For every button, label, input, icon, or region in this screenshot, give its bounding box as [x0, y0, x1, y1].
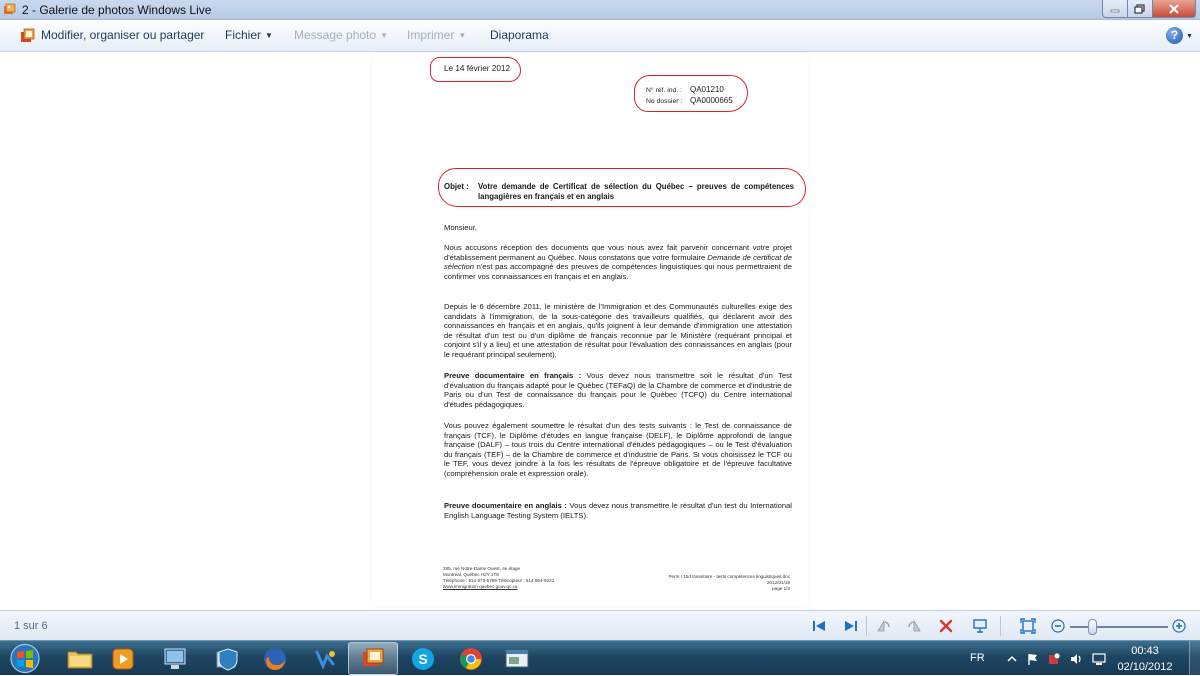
taskbar-media-player[interactable] [98, 642, 148, 675]
footer-address-line: www.immigration-quebec.gouv.qc.ca [443, 584, 518, 589]
minimize-icon [1110, 9, 1120, 12]
paragraph-2: Depuis le 6 décembre 2011, le ministère … [444, 302, 792, 359]
reference-block: N° réf. ind. : QA01210 No dossier : QA0000… [646, 85, 733, 107]
paragraph-1-end: n'est pas accompagné des preuves de comp… [444, 262, 792, 281]
letter-footer-address: 285, rue Notre-Dame Ouest, 4e étage Mont… [443, 566, 554, 590]
skype-icon: S [412, 647, 434, 670]
action-center-flag-icon[interactable] [1026, 652, 1040, 666]
taskbar-computer[interactable] [150, 642, 200, 675]
windows-taskbar: S FR 00:43 02/10/2012 [0, 640, 1200, 676]
network-icon[interactable] [1092, 652, 1106, 666]
title-bar: 2 - Galerie de photos Windows Live [0, 0, 1200, 20]
chevron-down-icon[interactable]: ▼ [1186, 33, 1193, 40]
chevron-down-icon: ▼ [458, 31, 467, 40]
window-title: 2 - Galerie de photos Windows Live [22, 3, 212, 17]
taskbar-photo-gallery[interactable] [348, 642, 398, 675]
volume-icon[interactable] [1069, 652, 1083, 666]
help-icon[interactable]: ? [1166, 27, 1183, 44]
letter-date: Le 14 février 2012 [444, 64, 510, 73]
close-button[interactable] [1152, 0, 1196, 18]
minimize-button[interactable] [1102, 0, 1128, 18]
paragraph-3-heading: Preuve documentaire en français : [444, 371, 582, 380]
computer-icon [164, 648, 186, 669]
subject-label: Objet : [444, 182, 469, 191]
taskbar-window[interactable] [492, 642, 542, 675]
taskbar-movie-maker[interactable] [300, 642, 350, 675]
toolbar-divider [1000, 616, 1001, 636]
page-count: 1 sur 6 [14, 620, 48, 632]
paragraph-3: Preuve documentaire en français : Vous d… [444, 371, 792, 409]
command-bar: Modifier, organiser ou partager Fichier ▼… [0, 20, 1200, 52]
photo-gallery-icon [363, 648, 384, 666]
folder-icon [67, 651, 93, 668]
taskbar-chrome[interactable] [446, 642, 496, 675]
file-row: No dossier : QA0000665 [646, 96, 733, 107]
zoom-in-icon[interactable] [1171, 618, 1187, 634]
next-icon[interactable] [843, 618, 859, 634]
window-icon [505, 649, 529, 667]
maximize-button[interactable] [1127, 0, 1153, 18]
start-button-icon[interactable] [4, 642, 46, 675]
zoom-out-icon[interactable] [1050, 618, 1066, 634]
slideshow-icon[interactable] [972, 618, 988, 634]
language-indicator[interactable]: FR [970, 652, 985, 664]
email-photo-label: Message photo [294, 28, 377, 42]
document-page: Le 14 février 2012 N° réf. ind. : QA01210… [372, 53, 808, 606]
taskbar-security[interactable] [202, 642, 252, 675]
restore-icon [1134, 3, 1145, 14]
delete-icon[interactable] [938, 618, 954, 634]
security-shield-icon [216, 647, 238, 671]
chrome-icon [460, 647, 482, 670]
file-value: QA0000665 [690, 96, 733, 105]
toolbar-divider [866, 616, 867, 636]
paragraph-4: Vous pouvez également soumettre le résul… [444, 421, 792, 478]
letter-subject: Objet : Votre demande de Certificat de s… [444, 182, 794, 202]
firefox-icon [264, 647, 286, 670]
print-label: Imprimer [407, 28, 455, 42]
subject-text: Votre demande de Certificat de sélection… [478, 182, 794, 201]
ref-value: QA01210 [690, 85, 724, 94]
email-photo-button[interactable]: Message photo ▼ [294, 28, 388, 42]
rotate-right-icon[interactable] [907, 618, 923, 634]
chevron-down-icon: ▼ [265, 31, 273, 40]
file-menu-button[interactable]: Fichier ▼ [225, 28, 273, 42]
close-icon [1169, 3, 1179, 14]
paragraph-1: Nous accusons réception des documents qu… [444, 243, 792, 281]
zoom-slider-track[interactable] [1070, 626, 1168, 628]
paragraph-5-heading: Preuve documentaire en anglais : [444, 501, 567, 510]
rotate-left-icon[interactable] [875, 618, 891, 634]
fit-to-window-icon[interactable] [1020, 618, 1036, 634]
photo-gallery-app-icon[interactable] [3, 3, 16, 16]
zoom-slider-thumb[interactable] [1088, 619, 1097, 635]
organize-icon [21, 28, 35, 42]
movie-maker-icon [315, 650, 335, 670]
print-button[interactable]: Imprimer ▼ [407, 28, 466, 42]
salutation: Monsieur, [444, 223, 477, 232]
file-menu-label: Fichier [225, 28, 262, 42]
paragraph-5: Preuve documentaire en anglais : Vous de… [444, 501, 792, 520]
slideshow-button[interactable]: Diaporama [490, 28, 549, 42]
ref-row: N° réf. ind. : QA01210 [646, 85, 733, 96]
taskbar-skype[interactable]: S [398, 642, 448, 675]
ref-label: N° réf. ind. : [646, 87, 682, 94]
file-label: No dossier : [646, 98, 683, 105]
show-desktop-button[interactable] [1189, 641, 1200, 676]
show-hidden-icons-icon[interactable] [1005, 652, 1019, 666]
svg-text:S: S [418, 651, 427, 667]
letter-footer-reference: Perm I 15d transitoire - tests compétenc… [634, 574, 790, 592]
clock-date[interactable]: 02/10/2012 [1115, 661, 1175, 673]
footer-reference-line: page 1/3 [772, 586, 790, 591]
previous-icon[interactable] [811, 618, 827, 634]
clock-time[interactable]: 00:43 [1115, 645, 1175, 657]
media-player-icon [112, 648, 134, 669]
viewer-control-bar: 1 sur 6 [0, 610, 1200, 640]
photo-viewer: Le 14 février 2012 N° réf. ind. : QA01210… [0, 53, 1200, 610]
chevron-down-icon: ▼ [380, 31, 388, 40]
device-icon[interactable] [1047, 652, 1061, 666]
organize-menu-button[interactable]: Modifier, organiser ou partager [41, 28, 204, 42]
taskbar-firefox[interactable] [250, 642, 300, 675]
